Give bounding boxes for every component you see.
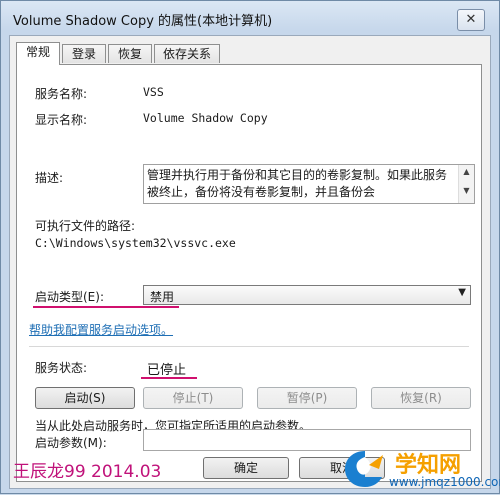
service-status-label: 服务状态: [35, 361, 88, 375]
scroll-up-icon[interactable]: ▲ [459, 167, 474, 176]
description-scrollbar[interactable]: ▲ ▼ [458, 165, 474, 203]
dialog-client: 常规 登录 恢复 依存关系 服务名称: VSS 显示名称: Volume Sha… [9, 35, 491, 489]
service-name-label: 服务名称: [35, 87, 88, 101]
start-button[interactable]: 启动(S) [35, 387, 135, 409]
service-status-value: 已停止 [147, 363, 187, 378]
dropdown-arrow-icon: ▼ [458, 287, 466, 298]
description-text: 管理并执行用于备份和其它目的的卷影复制。如果此服务被终止，备份将没有卷影复制，并… [147, 168, 448, 199]
logo-url: www.jmqz1000.com [389, 475, 500, 489]
tab-logon[interactable]: 登录 [62, 44, 106, 63]
highlight-underline-startup [33, 306, 179, 308]
logo-mark-icon [345, 451, 383, 487]
display-name-label: 显示名称: [35, 113, 88, 127]
display-name-value: Volume Shadow Copy [143, 111, 268, 125]
help-configure-link[interactable]: 帮助我配置服务启动选项。 [29, 321, 173, 338]
exe-path-value: C:\Windows\system32\vssvc.exe [35, 236, 236, 250]
tab-general[interactable]: 常规 [16, 42, 60, 65]
close-button[interactable]: ✕ [457, 9, 485, 31]
startup-type-select[interactable]: 禁用 ▼ [143, 285, 471, 305]
tab-recovery[interactable]: 恢复 [108, 44, 152, 63]
exe-path-label: 可执行文件的路径: [35, 219, 136, 233]
description-label: 描述: [35, 171, 64, 185]
window-title: Volume Shadow Copy 的属性(本地计算机) [13, 14, 273, 29]
startup-type-value: 禁用 [150, 290, 175, 304]
highlight-underline-status [141, 377, 197, 379]
stop-button[interactable]: 停止(T) [143, 387, 243, 409]
start-params-label: 启动参数(M): [35, 436, 107, 450]
description-box[interactable]: 管理并执行用于备份和其它目的的卷影复制。如果此服务被终止，备份将没有卷影复制，并… [143, 164, 475, 204]
site-logo: 学知网 www.jmqz1000.com [337, 445, 500, 495]
title-bar: Volume Shadow Copy 的属性(本地计算机) ✕ [1, 1, 499, 35]
startup-type-label: 启动类型(E): [35, 290, 104, 304]
close-icon: ✕ [465, 12, 477, 27]
resume-button[interactable]: 恢复(R) [371, 387, 471, 409]
watermark-text: 王辰龙99 2014.03 [13, 462, 162, 482]
scroll-down-icon[interactable]: ▼ [459, 186, 474, 195]
service-name-value: VSS [143, 85, 164, 99]
general-panel: 服务名称: VSS 显示名称: Volume Shadow Copy 描述: 管… [16, 64, 482, 482]
divider [29, 346, 469, 347]
pause-button[interactable]: 暂停(P) [257, 387, 357, 409]
tab-dependencies[interactable]: 依存关系 [154, 44, 220, 63]
properties-window: Volume Shadow Copy 的属性(本地计算机) ✕ 常规 登录 恢复… [0, 0, 500, 494]
ok-button[interactable]: 确定 [203, 457, 289, 479]
